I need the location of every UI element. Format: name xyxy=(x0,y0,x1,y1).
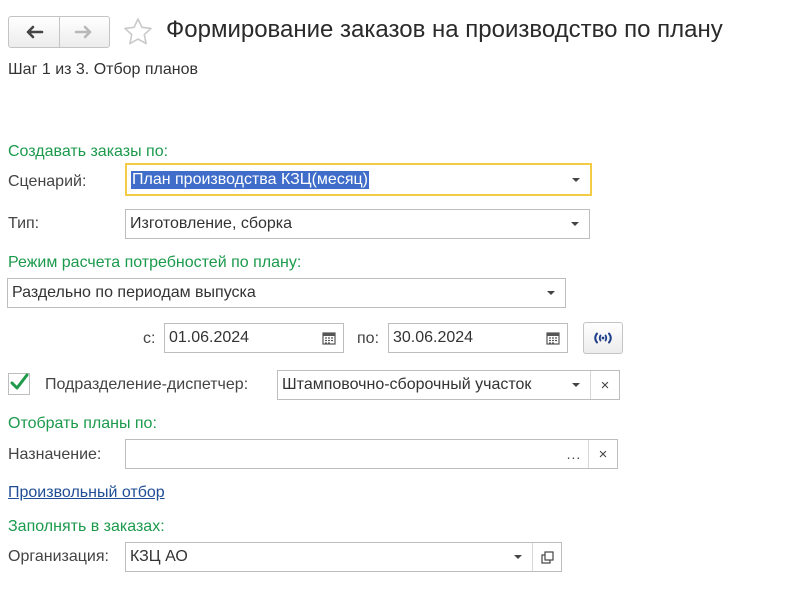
organization-value: КЗЦ АО xyxy=(130,548,188,565)
forward-button[interactable] xyxy=(58,17,110,47)
ellipsis-icon: ... xyxy=(566,446,582,462)
chevron-down-icon xyxy=(572,177,580,182)
type-dropdown-button[interactable] xyxy=(561,210,589,238)
dispatcher-value: Штамповочно-сборочный участок xyxy=(282,376,532,393)
type-field[interactable]: Изготовление, сборка xyxy=(125,209,590,239)
scenario-value: План производства КЗЦ(месяц) xyxy=(131,170,369,189)
purpose-label: Назначение: xyxy=(8,446,102,463)
checkmark-icon xyxy=(10,373,29,390)
calc-mode-value: Раздельно по периодам выпуска xyxy=(12,284,256,301)
calc-mode-dropdown-button[interactable] xyxy=(537,279,565,307)
arrow-right-icon xyxy=(74,25,92,39)
scenario-field[interactable]: План производства КЗЦ(месяц) xyxy=(125,163,592,196)
section-fill-orders: Заполнять в заказах: xyxy=(8,518,165,535)
dispatcher-label: Подразделение-диспетчер: xyxy=(45,376,249,393)
organization-label: Организация: xyxy=(8,548,109,565)
select-period-button[interactable] xyxy=(583,322,623,354)
period-to-value: 30.06.2024 xyxy=(393,329,474,346)
purpose-value xyxy=(126,440,560,468)
dispatcher-field[interactable]: Штамповочно-сборочный участок × xyxy=(277,370,620,400)
type-label: Тип: xyxy=(8,215,40,232)
calendar-icon xyxy=(322,332,336,345)
scenario-label: Сценарий: xyxy=(8,173,87,190)
type-value: Изготовление, сборка xyxy=(130,215,293,232)
purpose-field[interactable]: ... × xyxy=(125,439,618,469)
open-form-icon xyxy=(540,550,554,564)
organization-open-button[interactable] xyxy=(532,543,561,571)
period-from-field[interactable]: 01.06.2024 xyxy=(164,323,344,353)
chevron-down-icon xyxy=(572,383,580,387)
period-from-calendar-button[interactable] xyxy=(315,324,343,352)
period-selector-icon xyxy=(594,332,612,344)
period-to-label: по: xyxy=(357,330,380,347)
period-from-label: с: xyxy=(143,330,156,347)
arrow-left-icon xyxy=(26,25,44,39)
chevron-down-icon xyxy=(514,555,522,559)
calc-mode-field[interactable]: Раздельно по периодам выпуска xyxy=(7,278,566,308)
organization-field[interactable]: КЗЦ АО xyxy=(125,542,562,572)
scenario-value-wrap: План производства КЗЦ(месяц) xyxy=(127,165,562,194)
step-indicator: Шаг 1 из 3. Отбор планов xyxy=(8,61,199,78)
calendar-icon xyxy=(546,332,560,345)
section-select-plans: Отобрать планы по: xyxy=(8,415,157,432)
chevron-down-icon xyxy=(571,222,579,226)
purpose-select-button[interactable]: ... xyxy=(560,440,588,468)
period-to-field[interactable]: 30.06.2024 xyxy=(388,323,568,353)
dispatcher-dropdown-button[interactable] xyxy=(562,371,590,399)
section-create-orders: Создавать заказы по: xyxy=(8,143,169,160)
section-calc-mode: Режим расчета потребностей по плану: xyxy=(8,254,302,271)
period-to-calendar-button[interactable] xyxy=(539,324,567,352)
close-icon: × xyxy=(598,445,608,463)
favorite-star-icon[interactable] xyxy=(122,16,154,48)
chevron-down-icon xyxy=(547,291,555,295)
close-icon: × xyxy=(600,376,610,394)
period-from-value: 01.06.2024 xyxy=(169,329,250,346)
dispatcher-checkbox[interactable] xyxy=(8,373,30,395)
navigation-buttons xyxy=(8,16,110,48)
custom-filter-link[interactable]: Произвольный отбор xyxy=(8,484,165,502)
page-title: Формирование заказов на производство по … xyxy=(166,16,723,43)
organization-dropdown-button[interactable] xyxy=(504,543,532,571)
scenario-dropdown-button[interactable] xyxy=(562,165,590,194)
dispatcher-clear-button[interactable]: × xyxy=(590,371,619,399)
back-button[interactable] xyxy=(9,17,59,47)
purpose-clear-button[interactable]: × xyxy=(588,440,617,468)
